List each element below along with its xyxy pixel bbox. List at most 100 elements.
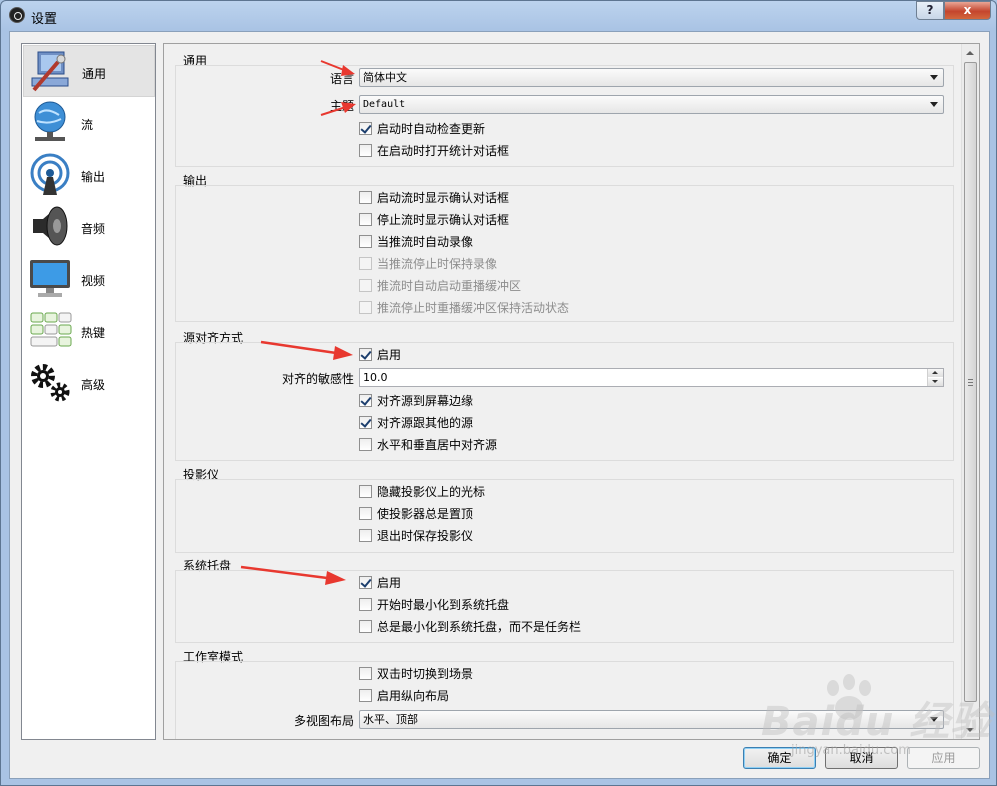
content-scrollbar[interactable]: [961, 44, 979, 739]
checkbox-box[interactable]: [359, 121, 372, 135]
confirm-stop-stream-checkbox[interactable]: 停止流时显示确认对话框: [359, 211, 509, 227]
auto-replay-buffer-checkbox: 推流时自动启动重播缓冲区: [359, 277, 521, 293]
speaker-icon: [33, 206, 68, 246]
checkbox-box[interactable]: [359, 484, 372, 498]
gears-icon: [31, 364, 70, 402]
snap-sensitivity-spinbox[interactable]: 10.0: [359, 368, 944, 387]
checkbox-label: 在启动时打开统计对话框: [377, 143, 510, 158]
sidebar-item-advanced[interactable]: 高级: [23, 357, 155, 409]
portrait-layout-checkbox[interactable]: 启用纵向布局: [359, 687, 449, 703]
projectors-group: [175, 479, 954, 553]
multiview-layout-label: 多视图布局: [293, 714, 354, 728]
stream-icon: [34, 101, 66, 141]
checkbox-label: 使投影器总是置顶: [377, 506, 474, 521]
title-bar[interactable]: 设置 ? x: [1, 1, 996, 31]
minimize-to-tray-on-start-checkbox[interactable]: 开始时最小化到系统托盘: [359, 596, 509, 612]
checkbox-box[interactable]: [359, 415, 372, 429]
checkbox-label: 对齐源到屏幕边缘: [377, 393, 474, 408]
snap-sensitivity-label: 对齐的敏感性: [281, 372, 354, 386]
grip-icon: [968, 379, 973, 386]
checkbox-box[interactable]: [359, 437, 372, 451]
settings-content-panel[interactable]: 通用 语言 简体中文 主题 Default 启动时自动检查更新 在启动时打开统计…: [163, 43, 980, 740]
checkbox-label: 推流停止时重播缓冲区保持活动状态: [377, 300, 570, 315]
confirm-start-stream-checkbox[interactable]: 启动流时显示确认对话框: [359, 189, 509, 205]
spin-down-icon[interactable]: [928, 378, 943, 386]
theme-label: 主题: [329, 99, 354, 113]
spin-up-icon[interactable]: [928, 369, 943, 377]
sidebar-item-output[interactable]: 输出: [23, 149, 155, 201]
checkbox-box[interactable]: [359, 190, 372, 204]
sidebar-item-video[interactable]: 视频: [23, 253, 155, 305]
checkbox-box[interactable]: [359, 234, 372, 248]
language-select-value: 简体中文: [363, 71, 407, 84]
snap-screen-edges-checkbox[interactable]: 对齐源到屏幕边缘: [359, 392, 473, 408]
sidebar-item-label: 音频: [81, 222, 106, 236]
checkbox-label: 总是最小化到系统托盘，而不是任务栏: [377, 619, 582, 634]
chevron-down-icon: [930, 102, 938, 107]
checkbox-label: 当推流时自动录像: [377, 234, 474, 249]
snap-center-checkbox[interactable]: 水平和垂直居中对齐源: [359, 436, 497, 452]
sidebar-item-audio[interactable]: 音频: [23, 201, 155, 253]
keep-recording-checkbox: 当推流停止时保持录像: [359, 255, 497, 271]
checkbox-label: 启动时自动检查更新: [377, 121, 486, 136]
checkbox-label: 隐藏投影仪上的光标: [377, 484, 486, 499]
checkbox-box[interactable]: [359, 528, 372, 542]
checkbox-box[interactable]: [359, 666, 372, 680]
checkbox-box[interactable]: [359, 688, 372, 702]
close-button[interactable]: x: [944, 1, 991, 20]
keep-replay-buffer-checkbox: 推流停止时重播缓冲区保持活动状态: [359, 299, 569, 315]
checkbox-label: 开始时最小化到系统托盘: [377, 597, 510, 612]
checkbox-label: 双击时切换到场景: [377, 666, 474, 681]
sidebar-item-label: 热键: [81, 326, 106, 340]
sidebar-item-label: 输出: [81, 170, 106, 184]
theme-select-value: Default: [363, 99, 406, 110]
projector-always-on-top-checkbox[interactable]: 使投影器总是置顶: [359, 505, 473, 521]
sidebar-item-stream[interactable]: 流: [23, 97, 155, 149]
checkbox-label: 启用: [377, 575, 402, 590]
checkbox-box[interactable]: [359, 393, 372, 407]
checkbox-label: 停止流时显示确认对话框: [377, 212, 510, 227]
baidu-watermark-logo: Baidu 经验: [761, 699, 992, 745]
checkbox-box[interactable]: [359, 347, 372, 361]
apply-button: 应用: [907, 747, 980, 769]
checkbox-label: 水平和垂直居中对齐源: [377, 437, 498, 452]
theme-select[interactable]: Default: [359, 95, 944, 114]
checkbox-box[interactable]: [359, 143, 372, 157]
scroll-up-icon[interactable]: [966, 51, 974, 55]
snap-other-sources-checkbox[interactable]: 对齐源跟其他的源: [359, 414, 473, 430]
checkbox-label: 启动流时显示确认对话框: [377, 190, 510, 205]
checkbox-box[interactable]: [359, 506, 372, 520]
checkbox-box[interactable]: [359, 597, 372, 611]
tray-enable-checkbox[interactable]: 启用: [359, 574, 401, 590]
checkbox-box: [359, 300, 372, 314]
checkbox-box[interactable]: [359, 619, 372, 633]
scrollbar-thumb[interactable]: [964, 62, 977, 702]
spinbox-buttons[interactable]: [927, 369, 943, 386]
sidebar-item-general[interactable]: 通用: [23, 45, 155, 97]
window-title: 设置: [31, 12, 58, 27]
save-projectors-checkbox[interactable]: 退出时保存投影仪: [359, 527, 473, 543]
auto-record-checkbox[interactable]: 当推流时自动录像: [359, 233, 473, 249]
hide-projector-cursor-checkbox[interactable]: 隐藏投影仪上的光标: [359, 483, 485, 499]
multiview-layout-value: 水平、顶部: [363, 713, 418, 726]
sidebar-item-hotkeys[interactable]: 热键: [23, 305, 155, 357]
obs-logo-icon: [9, 7, 25, 23]
language-select[interactable]: 简体中文: [359, 68, 944, 87]
checkbox-label: 启用纵向布局: [377, 688, 450, 703]
checkbox-box[interactable]: [359, 575, 372, 589]
checkbox-label: 退出时保存投影仪: [377, 528, 474, 543]
checkbox-label: 启用: [377, 347, 402, 362]
snapping-group: [175, 342, 954, 461]
auto-check-updates-checkbox[interactable]: 启动时自动检查更新: [359, 120, 485, 136]
checkbox-box[interactable]: [359, 212, 372, 226]
double-click-switch-scene-checkbox[interactable]: 双击时切换到场景: [359, 665, 473, 681]
general-icon: [31, 51, 69, 92]
keyboard-icon: [30, 312, 72, 347]
settings-category-list: 通用 流 输出 音频 视频 热键 高级: [21, 43, 156, 740]
snapping-enable-checkbox[interactable]: 启用: [359, 346, 401, 362]
open-stats-checkbox[interactable]: 在启动时打开统计对话框: [359, 142, 509, 158]
always-minimize-to-tray-checkbox[interactable]: 总是最小化到系统托盘，而不是任务栏: [359, 618, 581, 634]
help-button[interactable]: ?: [916, 1, 944, 20]
sidebar-item-label: 通用: [82, 67, 107, 81]
checkbox-label: 当推流停止时保持录像: [377, 256, 498, 271]
